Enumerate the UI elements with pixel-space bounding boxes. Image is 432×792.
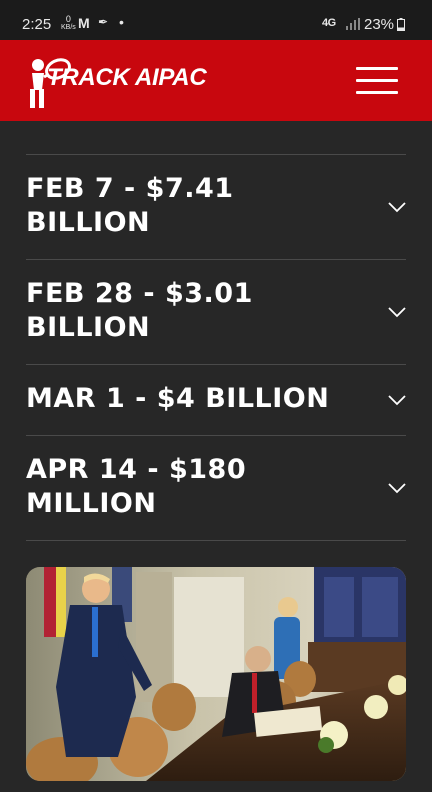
menu-button[interactable] [356,66,400,96]
logo-text[interactable]: TRACK AIPAC [47,64,207,92]
gmail-icon: M [78,15,90,31]
data-rate-indicator: 0 KB/s [61,14,76,32]
divider [26,540,406,541]
signal-icon [346,18,360,30]
accordion-item-feb-28[interactable]: FEB 28 - $3.01 BILLION [26,260,406,364]
meeting-scene-image [26,567,406,781]
status-bar: 2:25 0 KB/s M ✒ • 4G 23% [0,0,432,40]
accordion-title: FEB 28 - $3.01 BILLION [26,278,253,343]
chevron-down-icon [388,307,406,318]
battery-percentage: 23% [364,16,395,33]
accordion-title: FEB 7 - $7.41 BILLION [26,173,234,238]
accordion-item-feb-7[interactable]: FEB 7 - $7.41 BILLION [26,155,406,259]
article-photo [26,567,406,781]
battery-icon [397,18,405,31]
chevron-down-icon [388,202,406,213]
accordion-item-mar-1[interactable]: MAR 1 - $4 BILLION [26,365,406,435]
accordion-title: MAR 1 - $4 BILLION [26,383,330,414]
site-header: TRACK AIPAC [0,40,432,121]
accordion-title: APR 14 - $180 MILLION [26,454,247,519]
accordion-item-apr-14[interactable]: APR 14 - $180 MILLION [26,436,406,540]
network-type: 4G [322,17,336,29]
notification-dot-icon: • [119,14,124,30]
feather-icon: ✒ [98,15,109,29]
status-time: 2:25 [22,16,52,33]
chevron-down-icon [388,395,406,406]
chevron-down-icon [388,483,406,494]
